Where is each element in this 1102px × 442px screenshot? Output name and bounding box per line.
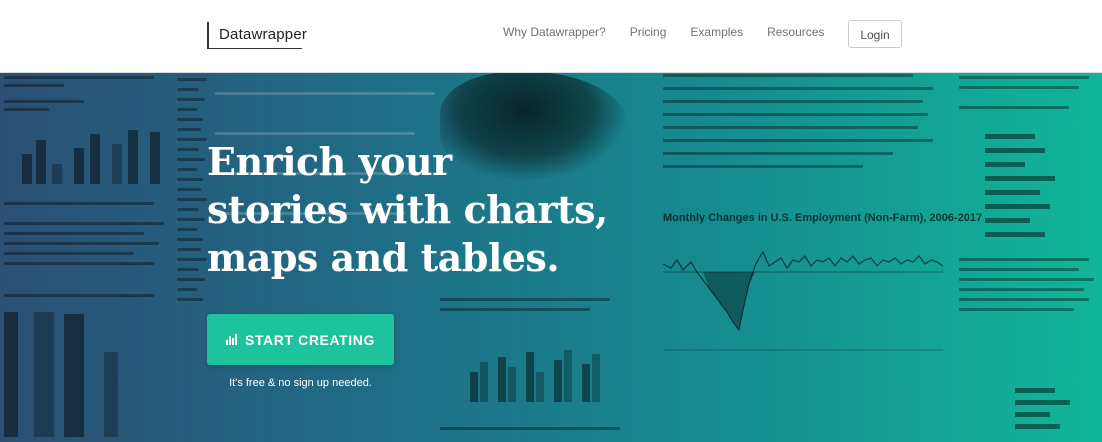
collage-chart-title: Monthly Changes in U.S. Employment (Non-… [663,212,983,224]
hero-title-line-2: stories with charts, [207,187,608,232]
start-creating-button[interactable]: START CREATING [207,314,394,365]
collage-left-column [0,72,170,442]
collage-line-chart [663,250,943,351]
hero-title-line-3: maps and tables. [207,235,560,280]
bar-chart-icon [226,334,237,345]
nav-link-examples[interactable]: Examples [690,25,743,39]
hero-title: Enrich your stories with charts, maps an… [207,138,677,282]
nav-link-resources[interactable]: Resources [767,25,824,39]
collage-right-column [955,72,1102,442]
nav-links: Why Datawrapper? Pricing Examples Resour… [503,25,824,39]
datawrapper-logo[interactable]: Datawrapper [207,22,307,48]
top-navbar: Datawrapper Why Datawrapper? Pricing Exa… [0,0,1102,73]
collage-article-text [663,74,943,178]
datawrapper-homepage: Monthly Changes in U.S. Employment (Non-… [0,0,1102,442]
logo-underline [207,48,302,49]
hero-title-line-1: Enrich your [207,139,452,184]
login-button[interactable]: Login [848,20,902,48]
nav-link-why-datawrapper[interactable]: Why Datawrapper? [503,25,606,39]
cta-subtext: It's free & no sign up needed. [229,377,372,389]
nav-link-pricing[interactable]: Pricing [630,25,667,39]
start-creating-label: START CREATING [245,331,375,348]
